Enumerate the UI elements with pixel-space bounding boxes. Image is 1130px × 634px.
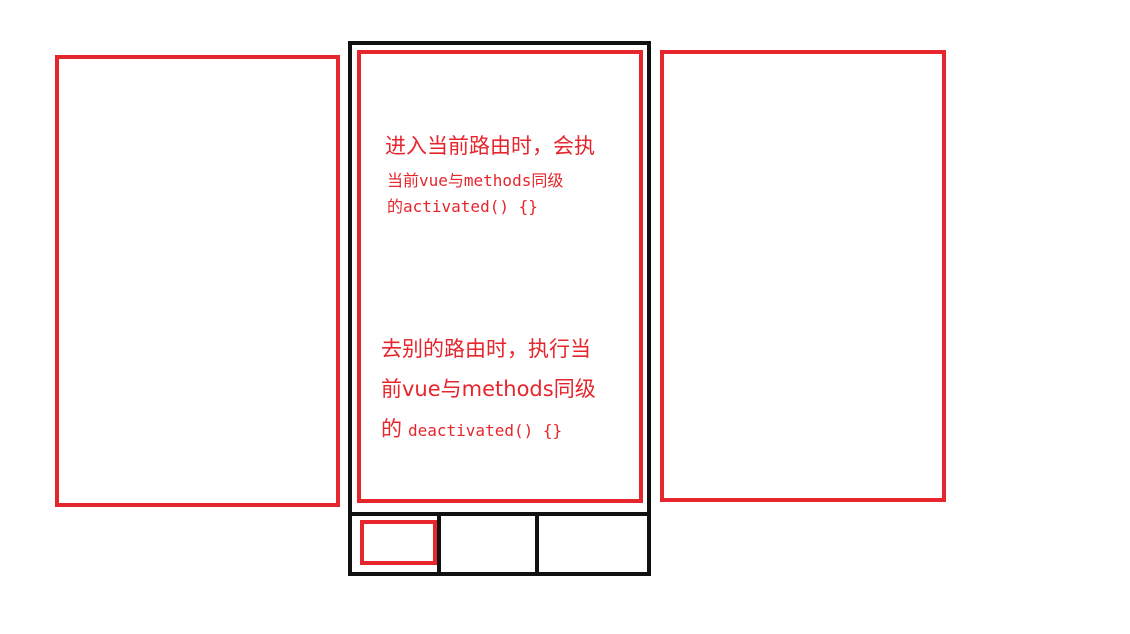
tab-3[interactable] (539, 516, 647, 572)
deactivated-note-line-3: 的 deactivated() {} (381, 413, 562, 443)
deactivated-note-line-1: 去别的路由时，执行当 (381, 337, 591, 361)
deactivated-note-prefix: 的 (381, 417, 402, 441)
active-tab-1[interactable] (360, 520, 437, 565)
activated-note-line-2: 当前vue与methods同级 (387, 171, 564, 190)
tab-2[interactable] (441, 516, 535, 572)
right-route-page (660, 50, 946, 502)
left-route-page (55, 55, 340, 507)
deactivated-note-code: deactivated() {} (408, 421, 563, 440)
activated-note-line-1: 进入当前路由时，会执 (385, 134, 595, 158)
deactivated-note-line-2: 前vue与methods同级 (381, 377, 596, 401)
activated-note-line-3: 的activated() {} (387, 197, 538, 216)
